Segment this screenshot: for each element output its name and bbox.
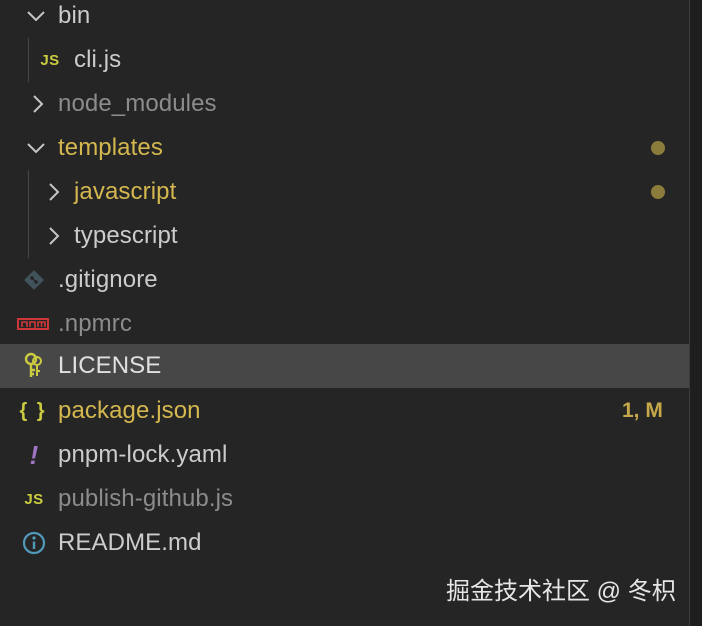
indent-guide: [28, 214, 29, 258]
watermark: 掘金技术社区 @ 冬枳: [446, 578, 676, 605]
chevron-down-icon: [22, 0, 50, 38]
file-explorer-tree: bin JS cli.js node_modules templates jav…: [0, 0, 689, 626]
chevron-right-icon: [40, 214, 66, 258]
yaml-exclamation-icon: !: [29, 439, 39, 470]
tree-item-label: publish-github.js: [58, 485, 234, 512]
tree-file-license[interactable]: LICENSE: [0, 344, 689, 388]
chevron-right-icon: [40, 170, 66, 214]
git-icon: [20, 258, 48, 302]
tree-item-label: cli.js: [74, 46, 122, 73]
tree-item-label: README.md: [58, 529, 202, 556]
tree-folder-node-modules[interactable]: node_modules: [0, 82, 689, 126]
tree-folder-bin[interactable]: bin: [0, 0, 689, 38]
key-icon: [20, 344, 48, 388]
tree-item-label: package.json: [58, 397, 201, 424]
tree-file-package-json[interactable]: { } package.json 1, M: [0, 389, 689, 433]
tree-item-label: pnpm-lock.yaml: [58, 441, 228, 468]
tree-file-readme-md[interactable]: README.md: [0, 521, 689, 565]
tree-file-gitignore[interactable]: .gitignore: [0, 258, 689, 302]
tree-file-publish-github-js[interactable]: JS publish-github.js: [0, 477, 689, 521]
tree-item-label: templates: [58, 134, 163, 161]
indent-guide: [28, 170, 29, 214]
indent-guide: [28, 38, 29, 82]
tree-item-label: node_modules: [58, 90, 217, 117]
git-status-badge: 1, M: [622, 399, 663, 422]
tree-folder-javascript[interactable]: javascript: [0, 170, 689, 214]
modified-dot: [651, 141, 665, 155]
tree-item-label: LICENSE: [58, 352, 162, 379]
tree-item-label: javascript: [74, 178, 177, 205]
chevron-down-icon: [22, 126, 50, 170]
tree-file-pnpm-lock-yaml[interactable]: ! pnpm-lock.yaml: [0, 433, 689, 477]
javascript-file-icon: JS: [24, 490, 44, 508]
tree-item-label: typescript: [74, 222, 178, 249]
tree-item-label: bin: [58, 2, 91, 29]
json-braces-icon: { }: [19, 399, 47, 422]
npm-icon: [16, 302, 50, 346]
modified-dot: [651, 185, 665, 199]
tree-item-label: .gitignore: [58, 266, 158, 293]
javascript-file-icon: JS: [40, 51, 60, 69]
vertical-scrollbar-track[interactable]: [689, 0, 702, 626]
chevron-right-icon: [24, 82, 50, 126]
tree-folder-typescript[interactable]: typescript: [0, 214, 689, 258]
tree-file-npmrc[interactable]: .npmrc: [0, 302, 689, 346]
tree-file-cli-js[interactable]: JS cli.js: [0, 38, 689, 82]
tree-item-label: .npmrc: [58, 310, 132, 337]
tree-folder-templates[interactable]: templates: [0, 126, 689, 170]
info-icon: [20, 521, 48, 565]
